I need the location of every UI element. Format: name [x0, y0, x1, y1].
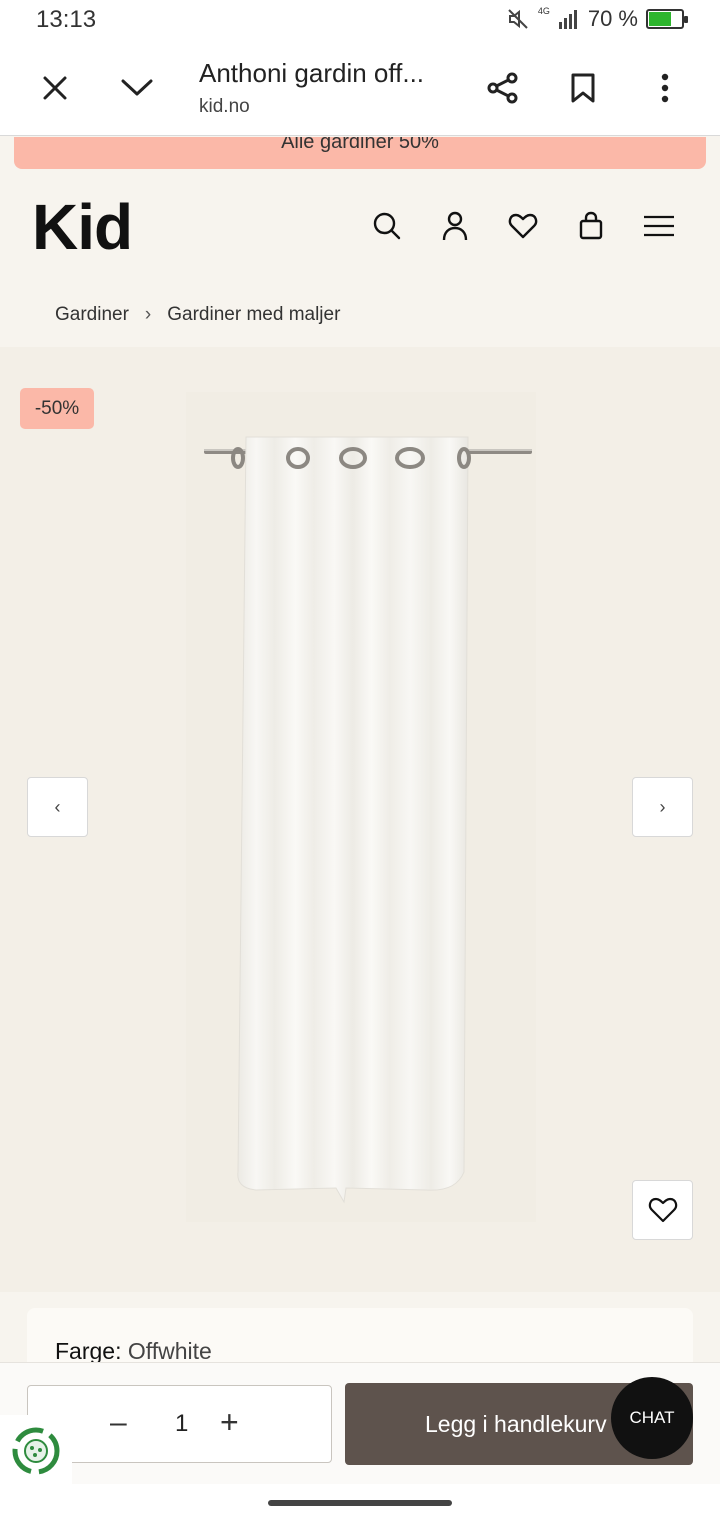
quantity-stepper: – 1 + [27, 1385, 332, 1463]
gallery-next-button[interactable]: › [632, 777, 693, 837]
color-value: Offwhite [127, 1338, 212, 1364]
gallery-prev-button[interactable]: ‹ [27, 777, 88, 837]
product-gallery: -50% ‹ › [0, 347, 720, 1292]
chevron-left-icon: ‹ [54, 796, 61, 817]
chat-button[interactable]: CHAT [611, 1377, 693, 1459]
heart-icon [648, 1197, 677, 1223]
quantity-decrease-button[interactable]: – [110, 1406, 127, 1440]
logo[interactable]: Kid [32, 190, 133, 264]
product-image[interactable] [186, 392, 536, 1222]
status-time: 13:13 [36, 6, 97, 33]
page-url: kid.no [199, 96, 250, 117]
discount-badge: -50% [20, 388, 94, 429]
battery-icon [646, 9, 688, 29]
close-icon[interactable] [31, 64, 79, 112]
chevron-right-icon: › [659, 796, 666, 817]
breadcrumb: Gardiner › Gardiner med maljer [55, 304, 340, 326]
chat-label: CHAT [629, 1408, 675, 1427]
bookmark-icon[interactable] [559, 64, 607, 112]
site-header: Kid [0, 170, 720, 280]
browser-bar: Anthoni gardin off... kid.no [0, 40, 720, 136]
add-to-cart-label: Legg i handlekurv [425, 1411, 607, 1437]
battery-fill [649, 12, 671, 26]
status-bar: 13:13 4G 70 % [0, 0, 720, 40]
recycle-icon [12, 1427, 60, 1475]
menu-icon[interactable] [641, 208, 677, 244]
account-icon[interactable] [437, 208, 473, 244]
breadcrumb-separator: › [144, 304, 152, 325]
eco-recycle-badge[interactable] [0, 1415, 72, 1487]
quantity-increase-button[interactable]: + [220, 1404, 239, 1441]
color-selection: Farge: Offwhite [55, 1338, 212, 1365]
add-to-wishlist-button[interactable] [632, 1180, 693, 1240]
breadcrumb-item-gardiner[interactable]: Gardiner [55, 304, 129, 326]
bag-icon[interactable] [573, 208, 609, 244]
mute-icon [508, 9, 528, 29]
page-title: Anthoni gardin off... [199, 58, 425, 88]
network-icon: 4G [537, 6, 550, 16]
battery-percent: 70 % [587, 6, 638, 31]
color-label: Farge: [55, 1338, 122, 1364]
purchase-bar: – 1 + Legg i handlekurv CHAT [0, 1362, 720, 1487]
color-panel[interactable]: Farge: Offwhite [27, 1308, 693, 1368]
chevron-down-icon[interactable] [113, 64, 161, 112]
home-indicator[interactable] [268, 1500, 452, 1506]
signal-icon [558, 10, 577, 29]
status-indicators: 4G 70 % [506, 6, 688, 32]
more-options-icon[interactable] [641, 64, 689, 112]
promo-banner[interactable]: Alle gardiner 50% [14, 137, 706, 169]
search-icon[interactable] [369, 208, 405, 244]
share-icon[interactable] [479, 64, 527, 112]
quantity-value[interactable]: 1 [175, 1410, 188, 1438]
breadcrumb-item-gardiner-med-maljer[interactable]: Gardiner med maljer [167, 304, 340, 326]
wishlist-icon[interactable] [505, 208, 541, 244]
promo-text: Alle gardiner 50% [281, 137, 439, 153]
